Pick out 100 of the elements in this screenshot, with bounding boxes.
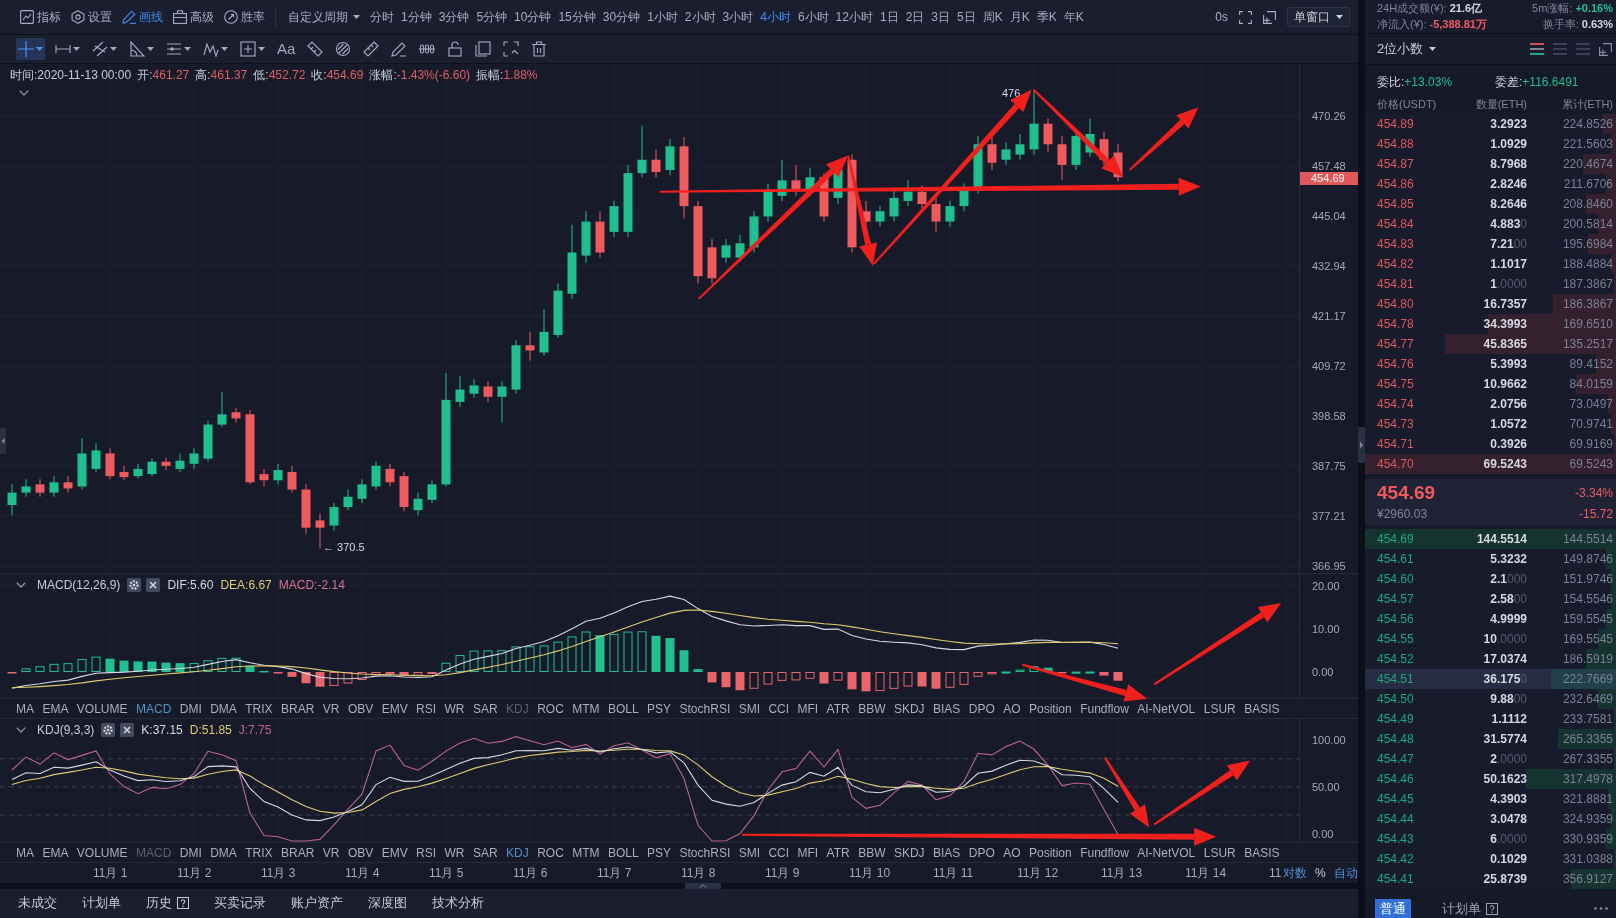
indicator-tab[interactable]: DMI (179, 845, 202, 860)
period-tab[interactable]: 2日 (905, 8, 925, 26)
period-tab[interactable]: 分时 (370, 8, 394, 26)
indicator-tab[interactable]: PSY (647, 701, 672, 716)
chevron-down-icon[interactable] (19, 90, 29, 96)
period-tab[interactable]: 年K (1063, 8, 1084, 26)
indicator-tab[interactable]: MA (16, 701, 34, 716)
indicator-tab[interactable]: PSY (647, 845, 672, 860)
drawing-tool-button[interactable] (501, 38, 522, 60)
indicator-tab[interactable]: WR (444, 845, 465, 860)
settings-icon[interactable] (127, 578, 142, 592)
drawing-tool-button[interactable] (127, 38, 156, 60)
indicator-tab[interactable]: BASIS (1244, 701, 1280, 716)
order-type-tab[interactable]: 计划单 (1437, 899, 1503, 918)
indicator-tab[interactable]: BOLL (608, 701, 639, 716)
indicator-tab[interactable]: VR (322, 845, 340, 860)
indicator-tab[interactable]: Position (1029, 845, 1072, 860)
indicator-tab[interactable]: CCI (768, 845, 790, 860)
fullscreen-icon[interactable] (1239, 10, 1252, 24)
period-tab[interactable]: 15分钟 (558, 8, 596, 26)
indicator-tab[interactable]: LSUR (1203, 701, 1236, 716)
indicator-tab[interactable]: AO (1003, 701, 1021, 716)
indicator-tab[interactable]: MA (16, 845, 34, 860)
popout-icon[interactable] (1263, 10, 1276, 24)
close-icon[interactable] (120, 723, 135, 737)
toolbar-button[interactable]: 胜率 (224, 8, 265, 26)
indicator-tab[interactable]: StochRSI (679, 845, 731, 860)
indicator-tab[interactable]: MFI (797, 701, 819, 716)
indicator-tab[interactable]: BOLL (608, 845, 639, 860)
period-tab[interactable]: 2小时 (684, 8, 716, 26)
period-tab[interactable]: 1日 (879, 8, 899, 26)
chevron-down-icon[interactable] (16, 582, 26, 588)
drawing-tool-button[interactable] (238, 38, 267, 60)
indicator-tab[interactable]: BIAS (933, 701, 961, 716)
indicator-tab[interactable]: DMA (210, 701, 237, 716)
indicator-tab[interactable]: DPO (968, 845, 995, 860)
indicator-tab[interactable]: LSUR (1203, 845, 1236, 860)
drawing-tool-button[interactable]: Aa (275, 38, 298, 60)
order-type-tab[interactable]: 普通 (1375, 899, 1411, 918)
scale-option[interactable]: 自动 (1333, 864, 1358, 882)
indicator-tab[interactable]: DMA (210, 845, 237, 860)
indicator-tab[interactable]: KDJ (506, 845, 529, 860)
period-tab[interactable]: 3日 (931, 8, 950, 26)
period-tab[interactable]: 3分钟 (438, 8, 470, 26)
indicator-tab[interactable]: Fundflow (1080, 701, 1129, 716)
toolbar-button[interactable]: 高级 (173, 8, 214, 26)
indicator-tab[interactable]: AO (1003, 845, 1021, 860)
indicator-tab[interactable]: MFI (797, 845, 819, 860)
indicator-tab[interactable]: BBW (858, 845, 886, 860)
order-book-layout-icon[interactable] (1530, 43, 1544, 55)
popout-icon[interactable] (1599, 42, 1612, 56)
indicator-tab[interactable]: EMV (381, 701, 408, 716)
indicator-tab[interactable]: OBV (347, 845, 374, 860)
indicator-tab[interactable]: SAR (472, 701, 498, 716)
order-row[interactable]: 454.69 144.5514 144.5514 (1365, 529, 1616, 549)
drawing-tool-button[interactable] (16, 38, 45, 60)
indicator-tab[interactable]: BRAR (281, 845, 315, 860)
indicator-tab[interactable]: CCI (768, 701, 790, 716)
order-row[interactable]: 454.70 69.5243 69.5243 (1365, 454, 1616, 474)
indicator-tab[interactable]: AI-NetVOL (1137, 701, 1196, 716)
indicator-tab[interactable]: BIAS (933, 845, 961, 860)
indicator-tab[interactable]: BRAR (281, 701, 315, 716)
indicator-tab[interactable]: Position (1029, 701, 1072, 716)
indicator-tab[interactable]: EMA (42, 701, 69, 716)
toolbar-button[interactable]: 指标 (20, 8, 61, 26)
close-icon[interactable] (146, 578, 161, 592)
help-icon[interactable] (1486, 902, 1498, 915)
period-tab[interactable]: 1分钟 (401, 8, 432, 26)
indicator-tab[interactable]: BASIS (1244, 845, 1280, 860)
drag-handle-icon[interactable] (685, 883, 721, 889)
period-tab[interactable]: 5分钟 (476, 8, 508, 26)
precision-menu[interactable]: 2位小数 (1377, 40, 1437, 58)
toolbar-button[interactable]: 画线 (122, 8, 163, 26)
indicator-tab[interactable]: EMA (42, 845, 69, 860)
indicator-tab[interactable]: MACD (135, 701, 172, 716)
indicator-tab[interactable]: SAR (472, 845, 498, 860)
period-tab[interactable]: 12小时 (835, 8, 873, 26)
period-tab[interactable]: 月K (1009, 8, 1030, 26)
bottom-tab[interactable]: 买卖记录 (214, 894, 266, 912)
indicator-tab[interactable]: TRIX (245, 845, 273, 860)
indicator-tab[interactable]: ATR (826, 845, 850, 860)
drawing-tool-button[interactable] (473, 38, 494, 60)
indicator-tab[interactable]: RSI (416, 701, 437, 716)
handle-icon[interactable] (0, 428, 6, 454)
indicator-tab[interactable]: DMI (179, 701, 202, 716)
indicator-tab[interactable]: ROC (537, 701, 564, 716)
help-icon[interactable] (177, 897, 189, 909)
bottom-tab[interactable]: 未成交 (18, 894, 57, 912)
indicator-tab[interactable]: MTM (572, 845, 600, 860)
layout-menu[interactable]: 单窗口 (1287, 7, 1350, 27)
indicator-tab[interactable]: Fundflow (1080, 845, 1129, 860)
bottom-tab[interactable]: 历史 (146, 894, 189, 912)
indicator-tab[interactable]: SMI (738, 701, 760, 716)
period-menu[interactable]: 自定义周期 (288, 8, 360, 26)
indicator-tab[interactable]: ATR (826, 701, 850, 716)
indicator-tab[interactable]: AI-NetVOL (1137, 845, 1196, 860)
period-tab[interactable]: 10分钟 (514, 8, 552, 26)
bottom-tab[interactable]: 技术分析 (432, 894, 484, 912)
indicator-tab[interactable]: OBV (347, 701, 374, 716)
toolbar-button[interactable]: 设置 (71, 8, 112, 26)
